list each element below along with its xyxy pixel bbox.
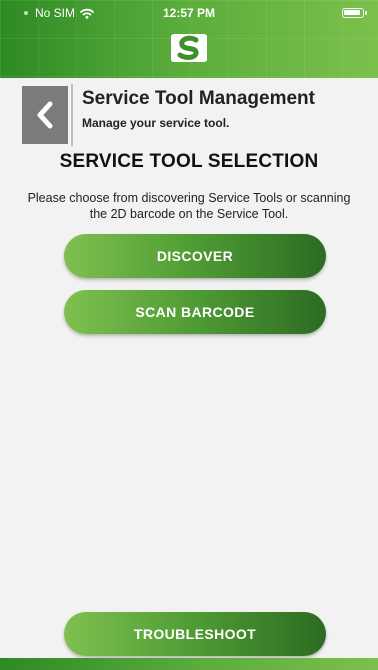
scan-barcode-button[interactable]: SCAN BARCODE [64, 290, 326, 334]
instructions-text: Please choose from discovering Service T… [27, 191, 351, 221]
battery-icon [342, 8, 367, 18]
section-title: SERVICE TOOL SELECTION [59, 151, 319, 172]
back-button[interactable] [22, 86, 68, 144]
page-subtitle: Manage your service tool. [82, 116, 230, 130]
status-time: 12:57 PM [162, 6, 216, 20]
page-title: Service Tool Management [82, 88, 315, 109]
status-bar: No SIM 12:57 PM [0, 0, 378, 34]
brand-logo-icon [171, 34, 207, 62]
header-divider [71, 84, 73, 146]
troubleshoot-button[interactable]: TROUBLESHOOT [64, 612, 326, 656]
chevron-left-icon [37, 101, 53, 129]
app-header-bar: No SIM 12:57 PM [0, 0, 378, 78]
discover-button[interactable]: DISCOVER [64, 234, 326, 278]
bottom-bar [0, 658, 378, 670]
